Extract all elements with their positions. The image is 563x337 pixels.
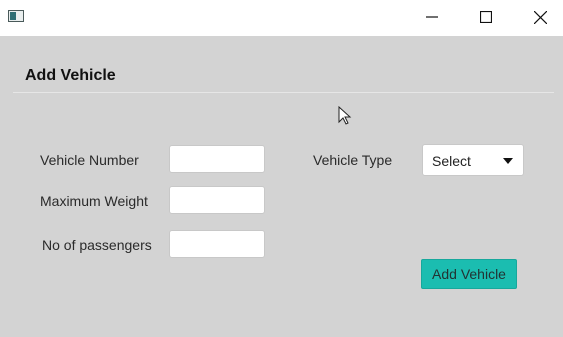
- maximize-button[interactable]: [463, 0, 509, 34]
- vehicle-type-select[interactable]: Select: [422, 144, 524, 176]
- vehicle-number-input[interactable]: [169, 145, 265, 173]
- maximize-icon: [480, 11, 492, 23]
- minimize-button[interactable]: [409, 0, 455, 34]
- vehicle-type-selected: Select: [432, 153, 471, 169]
- maximum-weight-label: Maximum Weight: [40, 193, 148, 209]
- close-button[interactable]: [517, 0, 563, 34]
- add-vehicle-button[interactable]: Add Vehicle: [421, 259, 517, 289]
- close-icon: [533, 10, 547, 24]
- window-titlebar: [0, 0, 563, 36]
- passengers-input[interactable]: [169, 230, 265, 258]
- minimize-icon: [426, 16, 438, 18]
- chevron-down-icon: [503, 158, 513, 164]
- vehicle-type-label: Vehicle Type: [313, 152, 393, 168]
- app-icon: [8, 10, 24, 22]
- maximum-weight-input[interactable]: [169, 186, 265, 214]
- passengers-label: No of passengers: [42, 237, 152, 253]
- page-title: Add Vehicle: [25, 67, 116, 84]
- title-divider: [13, 92, 554, 93]
- vehicle-number-label: Vehicle Number: [40, 152, 139, 168]
- mouse-pointer-icon: [338, 106, 352, 125]
